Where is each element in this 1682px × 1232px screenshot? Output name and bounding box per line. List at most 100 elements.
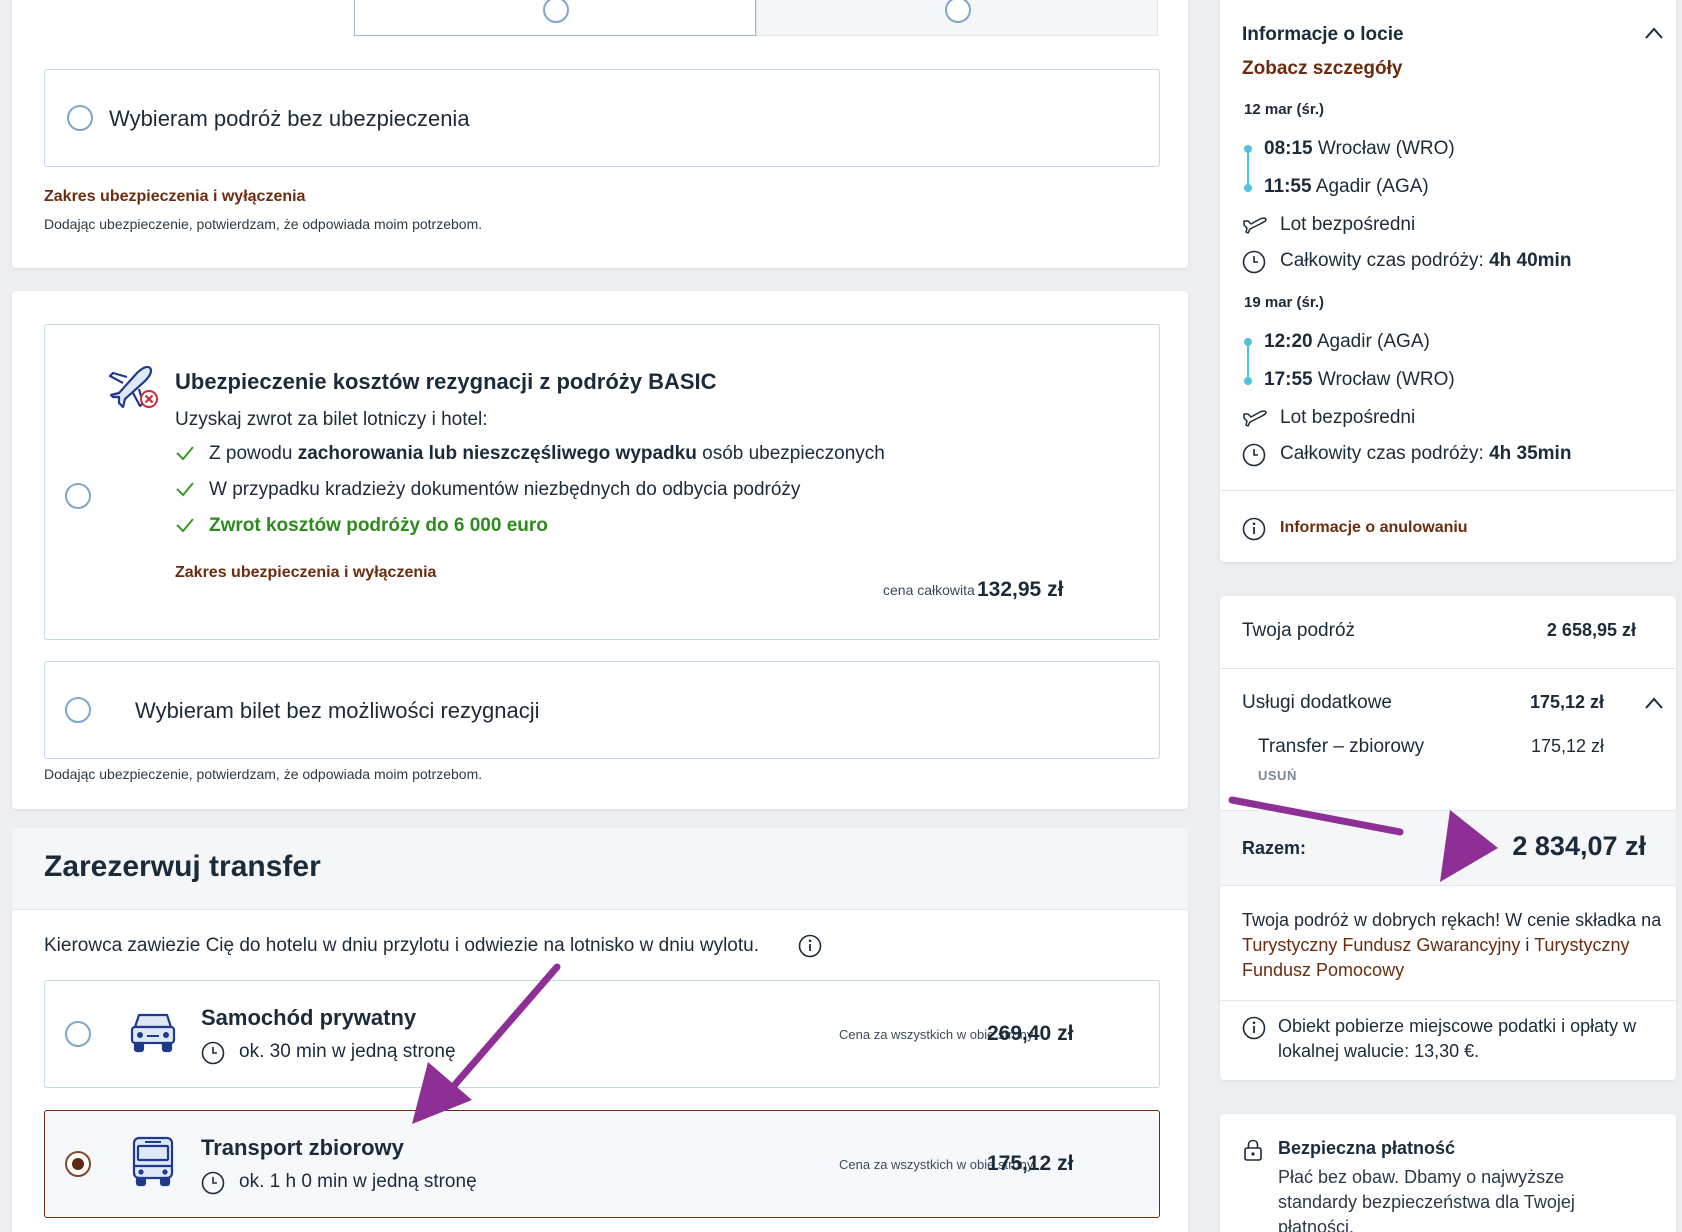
option-no-insurance-radio[interactable] [67,105,93,131]
extras-price: 175,12 zł [1529,692,1604,712]
transfer-description: Kierowca zawiezie Cię do hotelu w dniu p… [44,935,759,956]
transfer-option-name: Samochód prywatny [201,1005,417,1030]
insurance-card: Wybieram podróż bez ubezpieczenia Zakres… [12,0,1188,268]
benefit-1-post: osób ubezpieczonych [696,443,885,464]
outbound-arr-place: Agadir (AGA) [1315,176,1429,197]
plane-icon [1242,215,1268,235]
info-icon [1242,1016,1266,1040]
flight-details-link[interactable]: Zobacz szczegóły [1242,58,1403,80]
trip-label: Twoja podróż [1242,620,1356,641]
clock-icon [201,1041,225,1065]
return-dep-time: 12:20 [1264,331,1313,352]
return-departure: 12:20 Agadir (AGA) [1264,331,1430,353]
transfer-option-price: 269,40 zł [987,1022,1074,1045]
transfer-option-shared[interactable]: Transport zbiorowy ok. 1 h 0 min w jedną… [44,1110,1160,1218]
cancellation-option-radio[interactable] [65,483,91,509]
return-duration-label: Całkowity czas podróży: [1280,443,1484,464]
car-icon [129,1009,177,1055]
cancellation-scope-link[interactable]: Zakres ubezpieczenia i wyłączenia [175,564,436,582]
outbound-date: 12 mar (śr.) [1244,101,1325,118]
insurance-consent-note: Dodając ubezpieczenie, potwierdzam, że o… [44,216,483,232]
chevron-up-icon[interactable] [1644,26,1664,40]
option-no-cancellation-radio[interactable] [65,697,91,723]
divider [1220,1000,1676,1001]
return-timeline [1244,338,1252,385]
outbound-arr-time: 11:55 [1264,176,1312,197]
return-arr-time: 17:55 [1264,369,1313,390]
option-no-cancellation[interactable]: Wybieram bilet bez możliwości rezygnacji [44,661,1160,759]
transfer-option-private-car-radio[interactable] [65,1021,91,1047]
return-dep-place: Agadir (AGA) [1316,331,1430,352]
benefit-3: Zwrot kosztów podróży do 6 000 euro [209,515,548,536]
cancellation-price: 132,95 zł [977,578,1064,601]
remove-extra-button[interactable]: USUŃ [1258,768,1297,783]
price-summary-card: Twoja podróż 2 658,95 zł Usługi dodatkow… [1220,596,1676,1080]
transfer-option-price: 175,12 zł [987,1152,1074,1175]
clock-icon [201,1171,225,1195]
outbound-timeline [1244,145,1252,192]
extras-label[interactable]: Usługi dodatkowe [1242,692,1392,714]
plane-cancel-icon [105,359,159,409]
cancellation-intro: Uzyskaj zwrot za bilet lotniczy i hotel: [175,409,488,430]
return-arrival: 17:55 Wrocław (WRO) [1264,369,1455,391]
insurance-tab-radio[interactable] [543,0,569,23]
cancellation-title: Ubezpieczenie kosztów rezygnacji z podró… [175,369,717,394]
guarantee-mid: i [1520,935,1535,955]
check-icon [175,445,195,461]
insurance-scope-link[interactable]: Zakres ubezpieczenia i wyłączenia [44,188,305,206]
chevron-up-icon[interactable] [1644,696,1664,710]
divider [1220,668,1676,669]
clock-icon [1242,443,1266,467]
cancellation-option[interactable]: Ubezpieczenie kosztów rezygnacji z podró… [44,324,1160,640]
outbound-duration-value: 4h 40min [1489,250,1572,271]
cancellation-price-label: cena całkowita [883,582,975,598]
flight-info-card: Informacje o locie Zobacz szczegóły 12 m… [1220,0,1676,562]
option-no-insurance[interactable]: Wybieram podróż bez ubezpieczenia [44,69,1160,167]
cancellation-card: Ubezpieczenie kosztów rezygnacji z podró… [12,291,1188,809]
insurance-tab-other[interactable] [756,0,1158,36]
total-row: Razem: 2 834,07 zł [1220,810,1676,886]
transfer-option-shared-radio[interactable] [65,1151,91,1177]
secure-payment-title: Bezpieczna płatność [1278,1138,1456,1158]
benefit-1-pre: Z powodu [209,443,298,464]
option-no-insurance-label: Wybieram podróż bez ubezpieczenia [109,106,470,131]
outbound-duration-label: Całkowity czas podróży: [1280,250,1484,271]
guarantee-text: Twoja podróż w dobrych rękach! W cenie s… [1242,908,1662,983]
outbound-arrival: 11:55 Agadir (AGA) [1264,176,1429,198]
total-price: 2 834,07 zł [1512,831,1646,861]
plane-icon [1242,408,1268,428]
transfer-heading: Zarezerwuj transfer [44,850,321,883]
flight-info-title: Informacje o locie [1242,24,1404,45]
transfer-option-private-car[interactable]: Samochód prywatny ok. 30 min w jedną str… [44,980,1160,1088]
guarantee-fund-link[interactable]: Turystyczny Fundusz Gwarancyjny [1242,935,1520,955]
info-icon [1242,517,1266,541]
transfer-option-name: Transport zbiorowy [201,1135,404,1160]
check-icon [175,517,195,533]
transfer-option-duration: ok. 30 min w jedną stronę [239,1041,456,1062]
outbound-departure: 08:15 Wrocław (WRO) [1264,138,1455,160]
extra-item-label: Transfer – zbiorowy [1258,736,1425,757]
extra-item-price: 175,12 zł [1530,736,1604,756]
secure-payment-text: Płać bez obaw. Dbamy o najwyższe standar… [1278,1167,1575,1232]
cancellation-info-link[interactable]: Informacje o anulowaniu [1280,519,1468,537]
outbound-duration: Całkowity czas podróży: 4h 40min [1280,250,1571,272]
bus-icon [129,1135,177,1187]
check-icon [175,481,195,497]
benefit-1-bold: zachorowania lub nieszczęśliwego wypadku [297,443,697,464]
info-icon[interactable] [798,934,822,958]
benefit-1: Z powodu zachorowania lub nieszczęśliweg… [209,443,885,465]
insurance-tab-radio-2[interactable] [945,0,971,23]
trip-price: 2 658,95 zł [1546,620,1636,640]
return-arr-place: Wrocław (WRO) [1317,369,1455,390]
divider [1220,490,1676,491]
secure-payment-card: Bezpieczna płatność Płać bez obaw. Dbamy… [1220,1114,1676,1232]
outbound-type: Lot bezpośredni [1280,214,1416,235]
return-duration: Całkowity czas podróży: 4h 35min [1280,443,1571,465]
outbound-dep-time: 08:15 [1264,138,1313,159]
transfer-header: Zarezerwuj transfer [12,828,1188,910]
local-tax-note: Obiekt pobierze miejscowe podatki i opła… [1278,1016,1637,1061]
transfer-option-duration: ok. 1 h 0 min w jedną stronę [239,1171,477,1192]
insurance-tab-selected[interactable] [354,0,756,36]
total-label: Razem: [1242,838,1307,858]
return-type: Lot bezpośredni [1280,407,1416,428]
